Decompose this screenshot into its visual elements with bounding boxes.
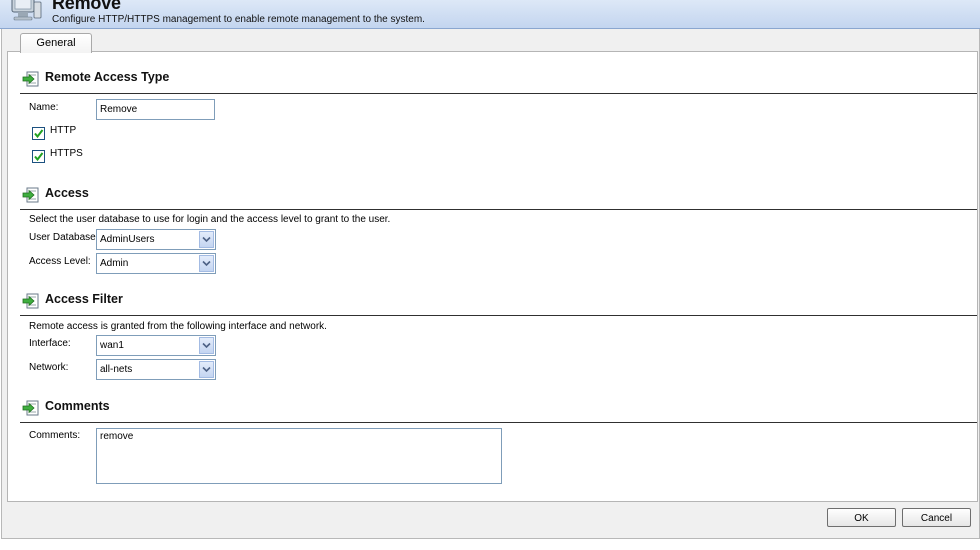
network-label: Network:	[29, 362, 69, 373]
http-checkbox[interactable]	[32, 127, 45, 140]
access-level-label: Access Level:	[29, 256, 91, 267]
checkmark-icon	[34, 152, 44, 162]
chevron-down-icon[interactable]	[199, 337, 214, 354]
access-level-value: Admin	[100, 258, 129, 269]
name-input[interactable]	[96, 99, 215, 120]
access-description: Select the user database to use for logi…	[29, 214, 391, 225]
section-title: Access	[45, 186, 89, 200]
name-label: Name:	[29, 102, 59, 113]
http-label: HTTP	[50, 125, 77, 136]
ok-button[interactable]: OK	[827, 508, 896, 527]
section-arrow-icon	[22, 293, 40, 309]
section-arrow-icon	[22, 187, 40, 203]
chevron-down-icon[interactable]	[199, 255, 214, 272]
section-title: Remote Access Type	[45, 70, 170, 84]
checkmark-icon	[34, 129, 44, 139]
comments-textarea[interactable]: remove	[96, 428, 502, 484]
interface-value: wan1	[100, 340, 124, 351]
section-arrow-icon	[22, 71, 40, 87]
section-divider	[20, 315, 977, 316]
access-filter-description: Remote access is granted from the follow…	[29, 321, 327, 332]
section-divider	[20, 93, 977, 94]
user-database-value: AdminUsers	[100, 234, 155, 245]
tab-general[interactable]: General	[20, 33, 92, 53]
access-level-select[interactable]: Admin	[96, 253, 216, 274]
user-database-label: User Database:	[29, 232, 99, 243]
page-header: Remove Configure HTTP/HTTPS management t…	[0, 0, 980, 29]
user-database-select[interactable]: AdminUsers	[96, 229, 216, 250]
interface-label: Interface:	[29, 338, 71, 349]
interface-select[interactable]: wan1	[96, 335, 216, 356]
section-divider	[20, 209, 977, 210]
comments-label: Comments:	[29, 430, 81, 441]
section-divider	[20, 422, 977, 423]
page-subtitle: Configure HTTP/HTTPS management to enabl…	[52, 14, 425, 25]
page-title: Remove	[52, 0, 121, 13]
section-title: Access Filter	[45, 292, 123, 306]
network-value: all-nets	[100, 364, 133, 375]
computer-monitor-icon	[8, 0, 44, 24]
section-title: Comments	[45, 399, 110, 413]
https-label: HTTPS	[50, 148, 83, 159]
chevron-down-icon[interactable]	[199, 361, 214, 378]
section-arrow-icon	[22, 400, 40, 416]
cancel-button[interactable]: Cancel	[902, 508, 971, 527]
chevron-down-icon[interactable]	[199, 231, 214, 248]
network-select[interactable]: all-nets	[96, 359, 216, 380]
https-checkbox[interactable]	[32, 150, 45, 163]
